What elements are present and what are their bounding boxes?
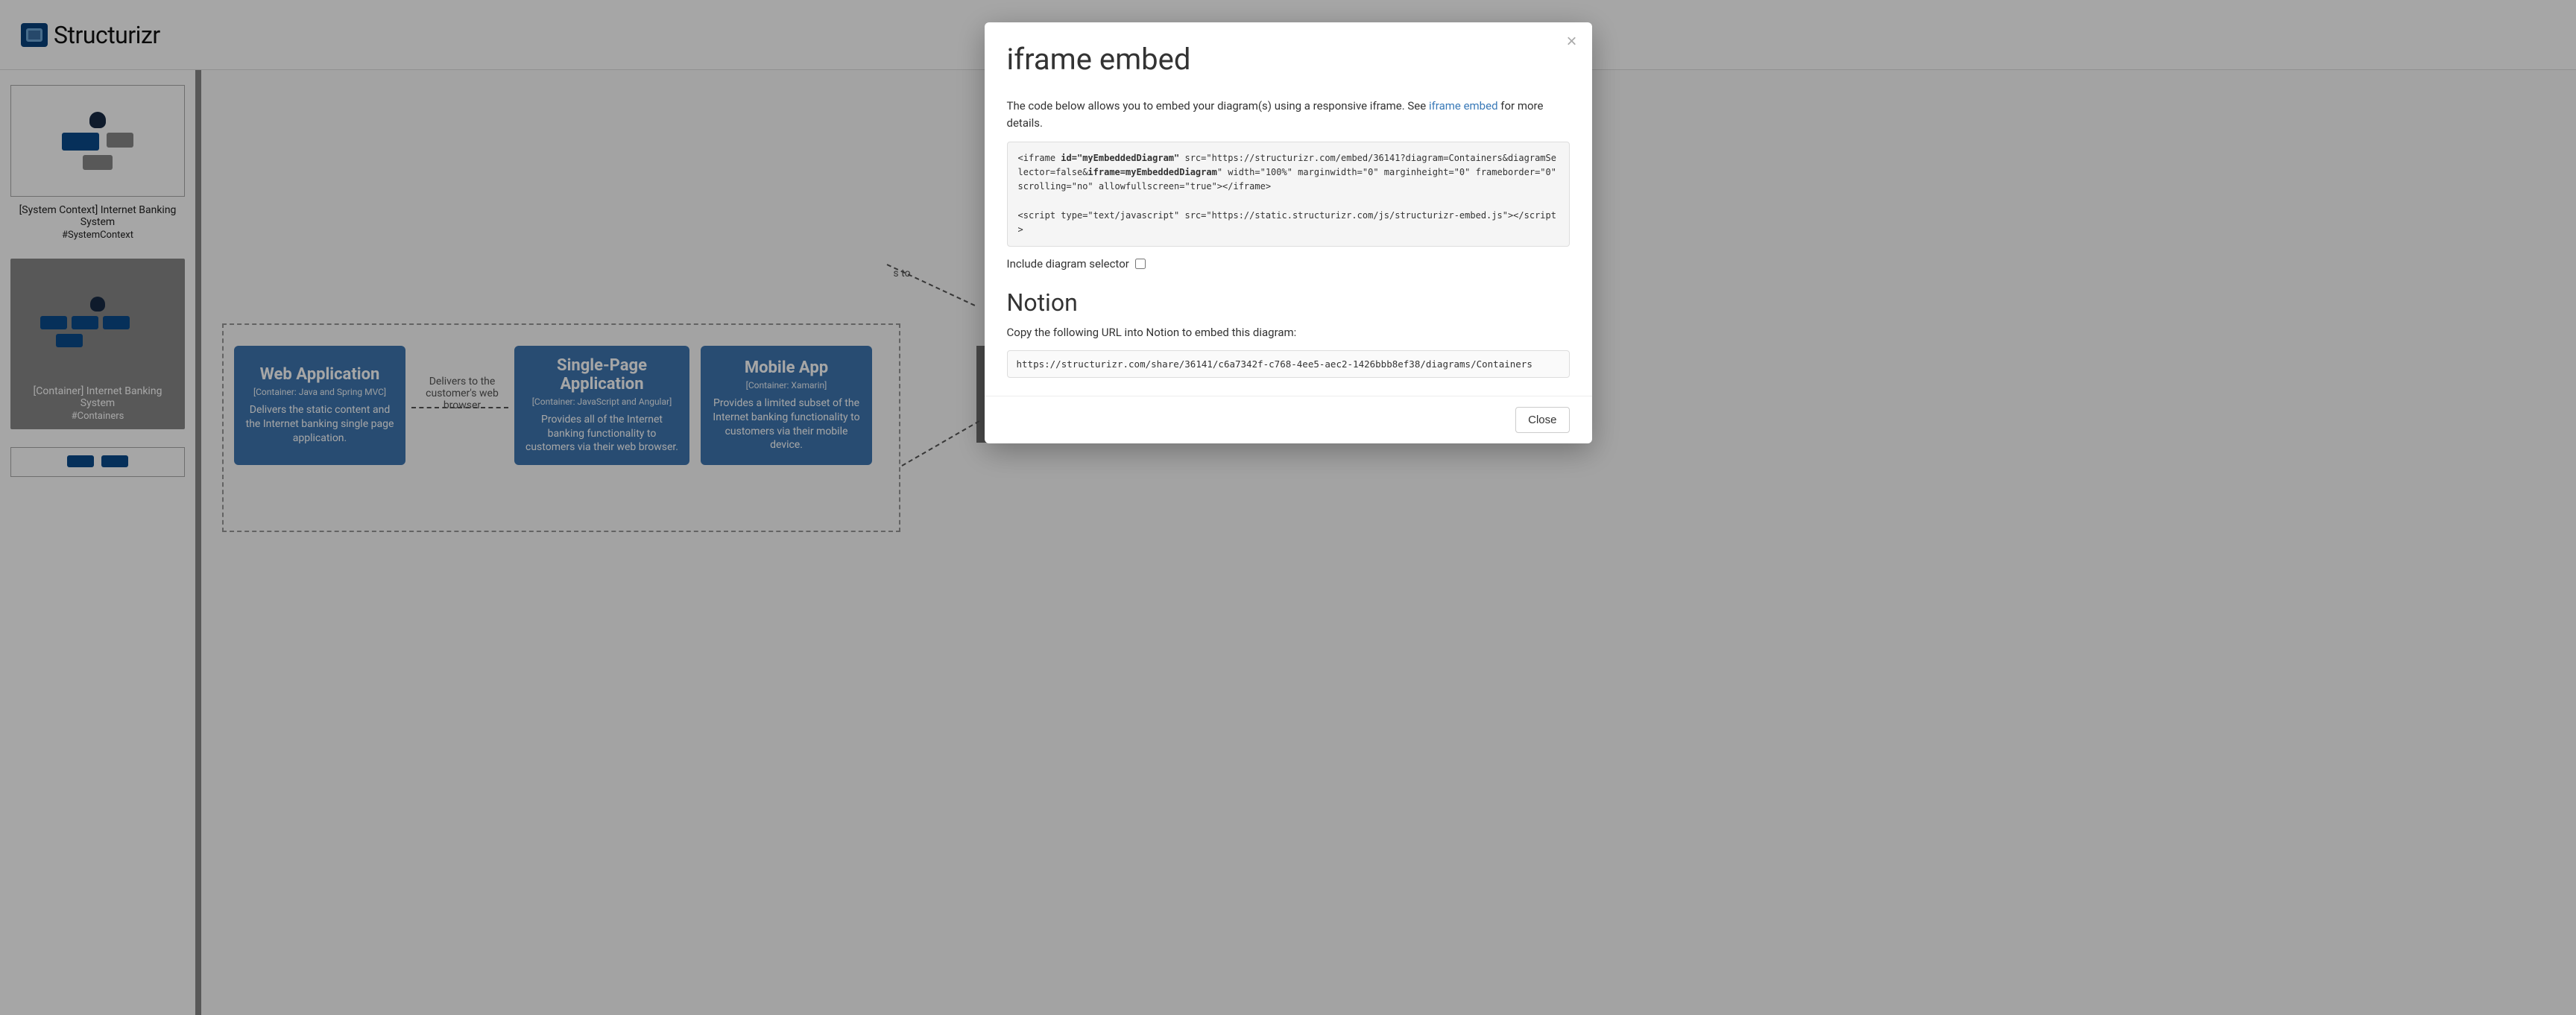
modal-overlay[interactable]: × iframe embed The code below allows you…: [0, 0, 2576, 1015]
notion-heading: Notion: [1007, 288, 1570, 317]
embed-code-box[interactable]: <iframe id="myEmbeddedDiagram" src="http…: [1007, 142, 1570, 247]
notion-url-box[interactable]: https://structurizr.com/share/36141/c6a7…: [1007, 350, 1570, 378]
notion-intro: Copy the following URL into Notion to em…: [1007, 324, 1570, 341]
modal-intro: The code below allows you to embed your …: [1007, 98, 1570, 131]
modal-title: iframe embed: [1007, 42, 1570, 77]
include-selector-label: Include diagram selector: [1007, 257, 1129, 271]
modal-close-x[interactable]: ×: [1566, 33, 1576, 51]
modal-footer: Close: [985, 396, 1592, 443]
iframe-embed-modal: × iframe embed The code below allows you…: [985, 22, 1592, 443]
close-button[interactable]: Close: [1515, 407, 1569, 433]
include-selector-row[interactable]: Include diagram selector: [1007, 257, 1570, 271]
iframe-embed-docs-link[interactable]: iframe embed: [1429, 99, 1498, 113]
include-selector-checkbox[interactable]: [1135, 259, 1146, 269]
